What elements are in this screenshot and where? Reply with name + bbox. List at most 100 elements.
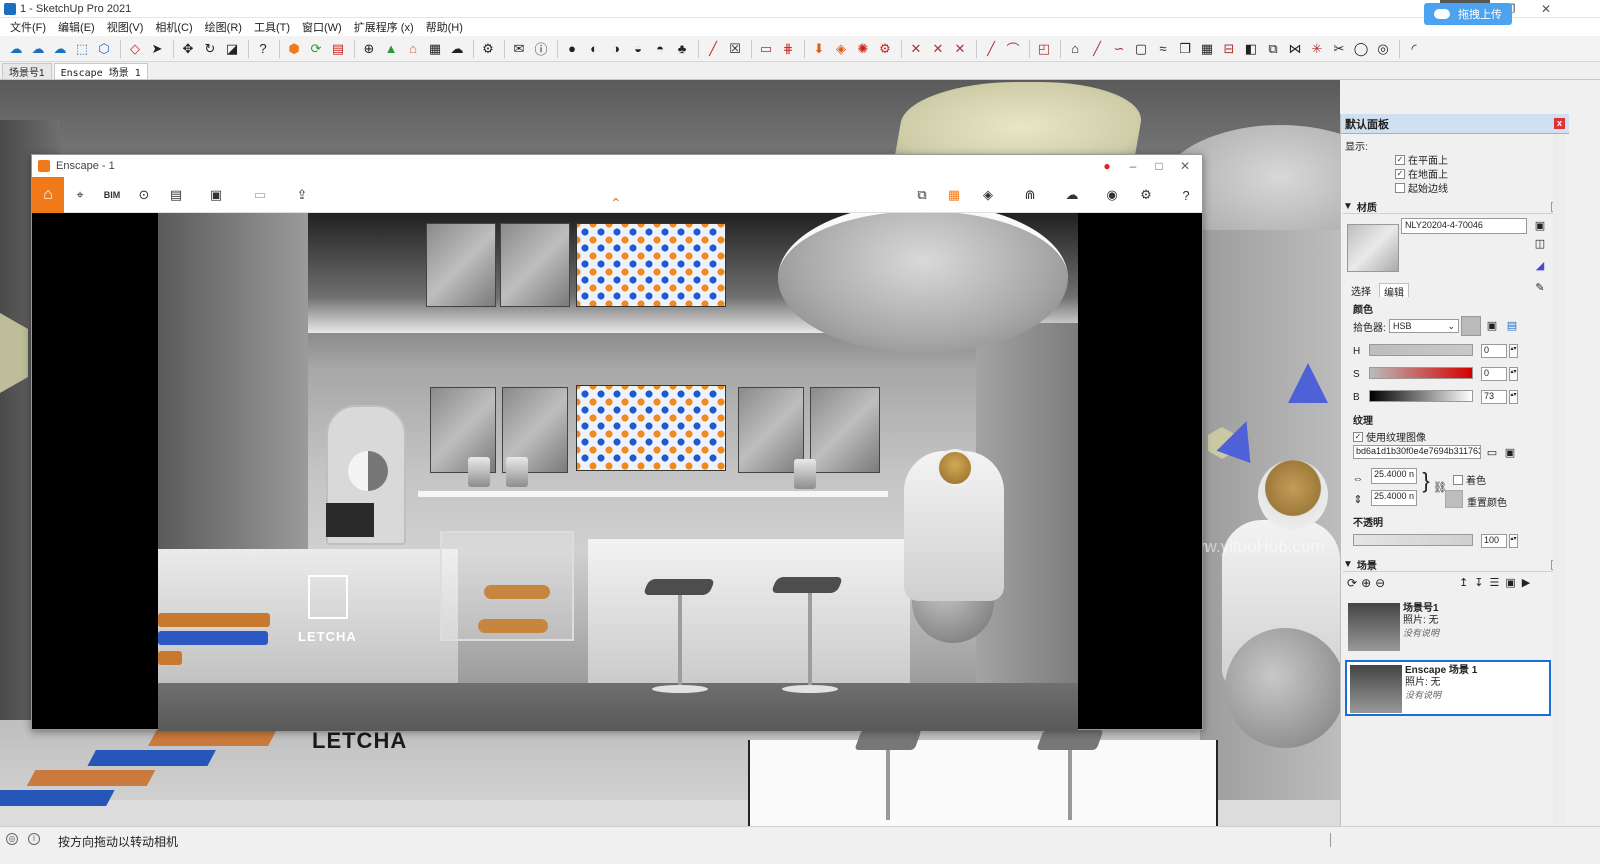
trim-icon[interactable]: ◒ <box>628 39 648 59</box>
scene-item-selected[interactable]: Enscape 场景 1 照片: 无 没有说明 <box>1345 660 1551 716</box>
menu-extensions[interactable]: 扩展程序 (x) <box>348 19 420 35</box>
cloud-dark-icon[interactable]: ☁ <box>447 39 467 59</box>
details-icon[interactable]: ▶ <box>1522 576 1530 589</box>
wave2-icon[interactable]: ≈ <box>1153 39 1173 59</box>
wave-icon[interactable]: ∽ <box>1109 39 1129 59</box>
materials-section-header[interactable]: ▼ 材质 x <box>1343 200 1563 214</box>
menu-camera[interactable]: 相机(C) <box>149 19 198 35</box>
screenshot-icon[interactable]: ▣ <box>204 183 228 207</box>
checkbox[interactable]: ✓ <box>1353 431 1363 442</box>
add-scene-icon[interactable]: ⊕ <box>1361 576 1371 590</box>
remove-scene-icon[interactable]: ⊖ <box>1375 576 1385 590</box>
hue-slider[interactable] <box>1369 344 1473 356</box>
color-picker-select[interactable]: HSB ⌄ <box>1389 319 1459 333</box>
scatter2-icon[interactable]: ✕ <box>928 39 948 59</box>
brightness-value-field[interactable]: 73 <box>1481 390 1507 404</box>
mail-icon[interactable]: ✉ <box>509 39 529 59</box>
split-icon[interactable]: ◓ <box>650 39 670 59</box>
line-tool-icon[interactable]: ╱ <box>703 39 723 59</box>
asset-library-icon[interactable]: ▦ <box>942 183 966 207</box>
scene-tab-1[interactable]: 场景号1 <box>2 63 52 79</box>
check-start-edges[interactable]: 起始边线 <box>1395 180 1448 195</box>
location-pin-icon[interactable]: ⌖ <box>68 183 92 207</box>
subtract-icon[interactable]: ◑ <box>606 39 626 59</box>
hue-spinner[interactable]: ▴▾ <box>1509 344 1518 358</box>
browse-folder-icon[interactable]: ▭ <box>1485 445 1499 459</box>
checkbox[interactable] <box>1395 182 1405 193</box>
split-face-icon[interactable]: ⊟ <box>1219 39 1239 59</box>
match-model-color-icon[interactable]: ▣ <box>1485 318 1499 332</box>
upload-button[interactable]: 拖拽上传 <box>1424 3 1512 25</box>
brightness-slider[interactable] <box>1369 390 1473 402</box>
check-on-plane[interactable]: ✓ 在平面上 <box>1395 152 1448 167</box>
menu-draw[interactable]: 绘图(R) <box>199 19 248 35</box>
cloud-download-icon[interactable]: ☁ <box>50 39 70 59</box>
home-icon[interactable]: ⌂ <box>32 177 64 213</box>
menu-help[interactable]: 帮助(H) <box>420 19 469 35</box>
map-icon[interactable]: ⧉ <box>910 183 934 207</box>
cross-box-icon[interactable]: ☒ <box>725 39 745 59</box>
material-swatch[interactable] <box>1347 224 1399 272</box>
brightness-spinner[interactable]: ▴▾ <box>1509 390 1518 404</box>
mirror-icon[interactable]: ⋈ <box>1285 39 1305 59</box>
menu-tools[interactable]: 工具(T) <box>248 19 296 35</box>
select-arrow-icon[interactable]: ➤ <box>147 39 167 59</box>
bim-button[interactable]: BIM <box>100 183 124 207</box>
menu-window[interactable]: 窗口(W) <box>296 19 348 35</box>
texture-file-field[interactable]: bd6a1d1b30f0e4e7694b311763 <box>1353 445 1481 459</box>
checkbox[interactable]: ✓ <box>1395 168 1405 179</box>
visual-settings-icon[interactable]: ⋒ <box>1018 183 1042 207</box>
use-texture-check[interactable]: ✓ 使用纹理图像 <box>1353 429 1426 444</box>
texture-height-field[interactable]: 25.4000 n <box>1371 490 1417 506</box>
saturation-spinner[interactable]: ▴▾ <box>1509 367 1518 381</box>
sweep-icon[interactable]: ◜ <box>1404 39 1424 59</box>
checkbox[interactable] <box>1453 474 1463 485</box>
thumbnail-icon[interactable]: ▣ <box>1505 576 1515 589</box>
tab-edit[interactable]: 编辑 <box>1379 283 1409 299</box>
tree-icon[interactable]: ▲ <box>381 39 401 59</box>
section-cube-icon[interactable]: ◈ <box>976 183 1000 207</box>
copy-icon[interactable]: ❐ <box>1175 39 1195 59</box>
chevron-up-icon[interactable]: ⌃ <box>610 195 622 212</box>
create-material-icon[interactable]: ▣ <box>1533 218 1547 232</box>
hue-value-field[interactable]: 0 <box>1481 344 1507 358</box>
saturation-slider[interactable] <box>1369 367 1473 379</box>
texture-width-field[interactable]: 25.4000 n <box>1371 468 1417 484</box>
slash-icon[interactable]: ╱ <box>1087 39 1107 59</box>
rect-tool-icon[interactable]: ▭ <box>756 39 776 59</box>
checkbox[interactable]: ✓ <box>1395 154 1405 165</box>
scatter-icon[interactable]: ✕ <box>906 39 926 59</box>
enscape-views-icon[interactable]: ▤ <box>328 39 348 59</box>
move-icon[interactable]: ✥ <box>178 39 198 59</box>
material-box-icon[interactable]: ◫ <box>1533 236 1547 250</box>
check-on-ground[interactable]: ✓ 在地面上 <box>1395 166 1448 181</box>
menu-file[interactable]: 文件(F) <box>4 19 52 35</box>
panel-close-icon[interactable]: x <box>1554 118 1565 129</box>
import-icon[interactable]: ⬇ <box>809 39 829 59</box>
help-icon[interactable]: ? <box>1174 183 1198 207</box>
refresh-scene-icon[interactable]: ⟳ <box>1347 576 1357 590</box>
add-circle-icon[interactable]: ⊕ <box>359 39 379 59</box>
box-icon[interactable]: ▢ <box>1131 39 1151 59</box>
cloud-upload-icon[interactable]: ☁ <box>1060 183 1084 207</box>
outer-shell-icon[interactable]: ♣ <box>672 39 692 59</box>
tool-icon[interactable]: ✂ <box>1329 39 1349 59</box>
opacity-value-field[interactable]: 100 <box>1481 534 1507 548</box>
info-icon[interactable]: ⓘ <box>531 39 551 59</box>
star-icon[interactable]: ✳ <box>1307 39 1327 59</box>
info-icon[interactable]: i <box>28 833 40 845</box>
enscape-start-icon[interactable]: ⬢ <box>284 39 304 59</box>
target-icon[interactable]: ◎ <box>1373 39 1393 59</box>
scale-icon[interactable]: ◪ <box>222 39 242 59</box>
gear-red-icon[interactable]: ⚙ <box>875 39 895 59</box>
panorama-icon[interactable]: ▭ <box>248 183 272 207</box>
scatter3-icon[interactable]: ✕ <box>950 39 970 59</box>
help-icon[interactable]: ? <box>253 39 273 59</box>
binoculars-icon[interactable]: ⊙ <box>132 183 156 207</box>
tab-select[interactable]: 选择 <box>1347 283 1375 298</box>
settings-hex-icon[interactable]: ⬡ <box>94 39 114 59</box>
export-exe-icon[interactable]: ⇪ <box>290 183 314 207</box>
fire-icon[interactable]: ✺ <box>853 39 873 59</box>
opacity-slider[interactable] <box>1353 534 1473 546</box>
panel-scrollbar[interactable] <box>1553 134 1565 824</box>
